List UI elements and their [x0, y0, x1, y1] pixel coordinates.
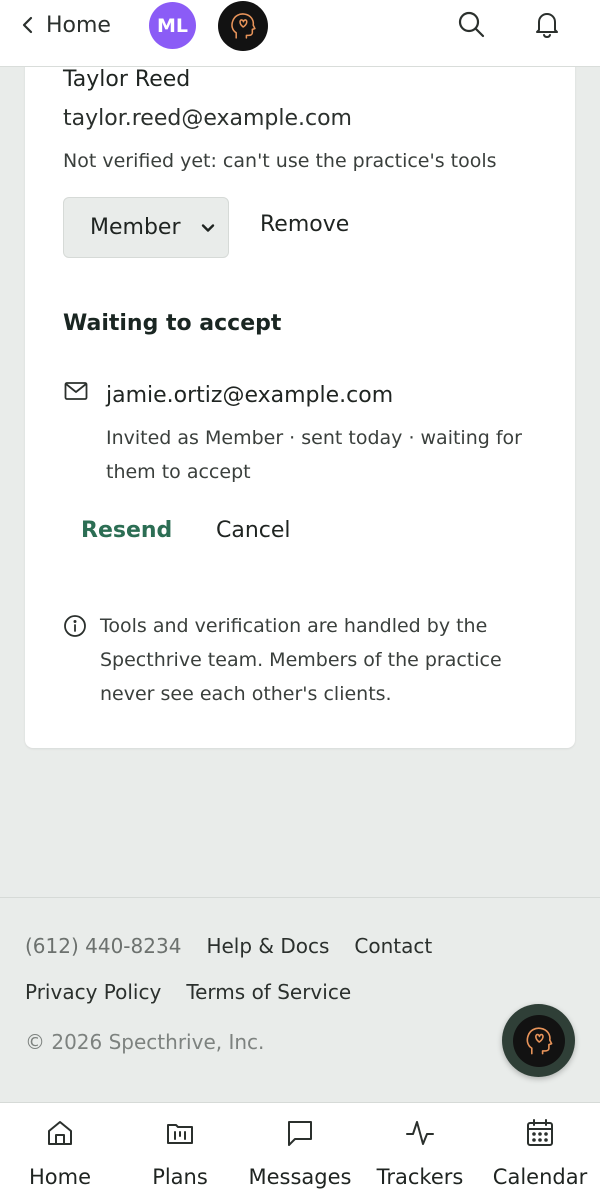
footer-row-contact: (612) 440-8234 Help & Docs Contact [25, 934, 432, 958]
footer-terms-link[interactable]: Terms of Service [186, 980, 351, 1004]
team-card: Taylor Reed taylor.reed@example.com Not … [25, 40, 575, 748]
role-select[interactable]: Member [63, 197, 229, 258]
invite-meta: Invited as Member · sent today · waiting… [106, 427, 522, 483]
bottom-tab-bar: Home Plans Messages Trackers Calendar [0, 1102, 600, 1200]
head-heart-logo-icon [526, 1026, 552, 1054]
remove-member-button[interactable]: Remove [260, 212, 349, 237]
tab-plans-label: Plans [152, 1165, 208, 1189]
chevron-left-icon [22, 16, 33, 34]
member-email: taylor.reed@example.com [63, 106, 352, 131]
tab-trackers-label: Trackers [376, 1165, 464, 1189]
chevron-down-icon [201, 224, 215, 232]
assistant-fab-inner [512, 1014, 565, 1067]
assistant-fab-button[interactable] [502, 1004, 575, 1077]
invite-email: jamie.ortiz@example.com [106, 383, 394, 408]
footer-contact-link[interactable]: Contact [354, 934, 432, 958]
tab-home[interactable]: Home [0, 1103, 120, 1200]
brand-logo[interactable] [218, 1, 268, 51]
messages-icon [288, 1121, 312, 1146]
info-icon [64, 615, 86, 637]
pending-section-title: Waiting to accept [63, 311, 282, 336]
bell-icon[interactable] [531, 8, 563, 40]
tab-calendar-label: Calendar [492, 1165, 588, 1189]
footer-row-legal: Privacy Policy Terms of Service [25, 980, 351, 1004]
plans-icon [167, 1124, 193, 1144]
search-icon[interactable] [455, 8, 487, 40]
avatar-initials: ML [156, 14, 188, 37]
page-footer: (612) 440-8234 Help & Docs Contact Priva… [0, 897, 600, 1102]
head-heart-logo-icon [231, 13, 256, 39]
resend-invite-button[interactable]: Resend [81, 518, 172, 543]
tab-plans[interactable]: Plans [120, 1103, 240, 1200]
tab-calendar[interactable]: Calendar [480, 1103, 600, 1200]
footer-help-link[interactable]: Help & Docs [206, 934, 329, 958]
trackers-icon [406, 1121, 434, 1145]
calendar-icon [527, 1119, 553, 1146]
back-home-label: Home [46, 12, 111, 38]
tab-messages[interactable]: Messages [240, 1103, 360, 1200]
back-home-button[interactable]: Home [18, 10, 111, 40]
cancel-invite-button[interactable]: Cancel [216, 518, 291, 543]
tab-trackers[interactable]: Trackers [360, 1103, 480, 1200]
info-note: Tools and verification are handled by th… [100, 615, 502, 705]
home-icon [48, 1121, 72, 1145]
footer-privacy-link[interactable]: Privacy Policy [25, 980, 161, 1004]
top-bar: Home ML [0, 0, 600, 67]
footer-copyright: © 2026 Specthrive, Inc. [25, 1030, 265, 1054]
mail-icon [64, 382, 88, 400]
role-select-value: Member [90, 215, 181, 240]
tab-home-label: Home [28, 1165, 91, 1189]
tab-messages-label: Messages [248, 1165, 352, 1189]
member-name: Taylor Reed [63, 67, 191, 92]
footer-phone[interactable]: (612) 440-8234 [25, 934, 181, 958]
member-status: Not verified yet: can't use the practice… [63, 150, 497, 172]
user-avatar[interactable]: ML [149, 2, 196, 49]
